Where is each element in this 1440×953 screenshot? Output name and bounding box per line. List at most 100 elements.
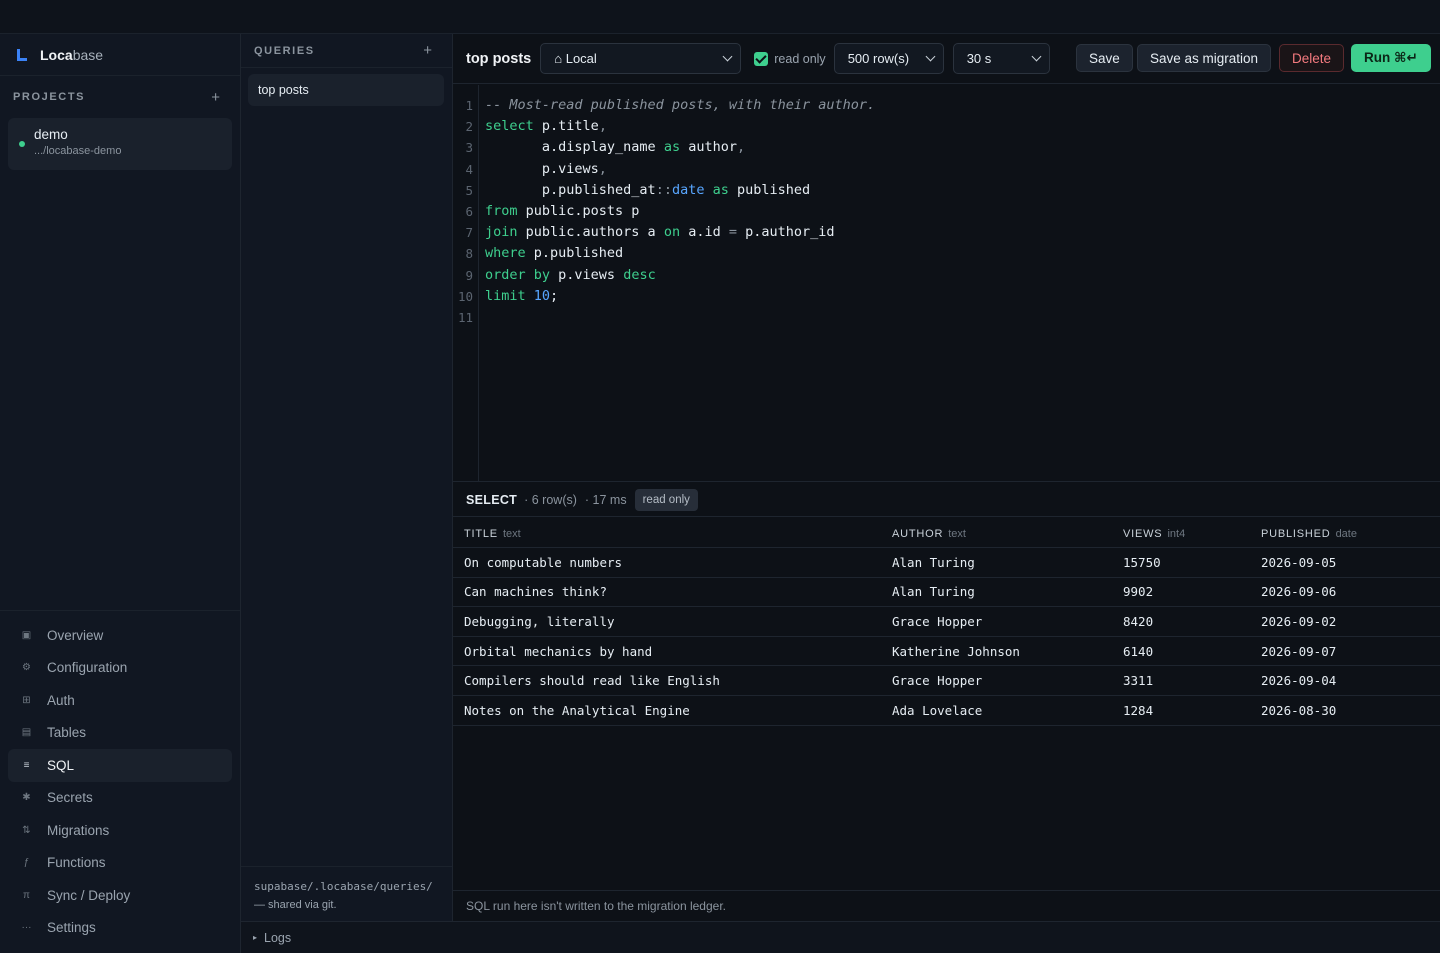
arrows-updown-icon: ⇅	[22, 824, 31, 836]
code-line: select p.title,	[485, 118, 607, 135]
read-only-checkbox[interactable]	[754, 51, 769, 66]
locabase-logo-icon	[16, 48, 28, 61]
cell-author: Ada Lovelace	[892, 702, 983, 718]
cell-author: Alan Turing	[892, 554, 975, 570]
nav-item-auth[interactable]: ⊞ Auth	[8, 684, 232, 717]
queries-panel: QUERIES + top posts supabase/.locabase/q…	[241, 34, 453, 921]
add-project-button[interactable]: +	[211, 89, 220, 106]
cell-title: Compilers should read like English	[464, 673, 720, 689]
code-line: join public.authors a on a.id = p.author…	[485, 224, 835, 241]
read-only-badge: read only	[634, 488, 698, 511]
timeout-select[interactable]: 30 s	[952, 43, 1050, 74]
cell-author: Grace Hopper	[892, 613, 983, 629]
cell-author: Katherine Johnson	[892, 643, 1020, 659]
save-as-migration-button[interactable]: Save as migration	[1137, 44, 1272, 72]
project-status-dot-icon	[19, 141, 25, 147]
code-line: where p.published	[485, 245, 624, 262]
nav-item-sql[interactable]: ≡ SQL	[8, 749, 232, 782]
logs-toggle[interactable]: ▸ Logs	[241, 921, 1440, 953]
save-button[interactable]: Save	[1076, 44, 1133, 72]
sql-icon: ≡	[23, 759, 30, 771]
nav-item-overview[interactable]: ▣ Overview	[8, 619, 232, 652]
table-icon: ▤	[21, 727, 32, 739]
column-header-published[interactable]: PUBLISHED date	[1250, 525, 1440, 540]
brand: Locabase	[0, 34, 240, 76]
column-header-views[interactable]: VIEWS int4	[1112, 525, 1250, 540]
nav-item-tables[interactable]: ▤ Tables	[8, 717, 232, 750]
cell-title: On computable numbers	[464, 554, 623, 570]
table-row[interactable]: Compilers should read like English Grace…	[453, 666, 1440, 696]
cell-views: 15750	[1123, 554, 1161, 570]
target-select[interactable]: ⌂ Local	[540, 43, 742, 74]
table-row[interactable]: Can machines think? Alan Turing 9902 202…	[453, 578, 1440, 608]
add-query-button[interactable]: +	[423, 42, 432, 59]
cell-title: Notes on the Analytical Engine	[464, 702, 690, 718]
project-path: .../locabase-demo	[34, 145, 122, 157]
code-line: a.display_name as author,	[485, 139, 746, 156]
cell-published: 2026-09-04	[1261, 673, 1337, 689]
delete-button[interactable]: Delete	[1279, 44, 1345, 72]
cell-author: Alan Turing	[892, 584, 975, 600]
cell-published: 2026-08-30	[1261, 702, 1337, 718]
nav-item-secrets[interactable]: ✱ Secrets	[8, 782, 232, 815]
table-row[interactable]: Notes on the Analytical Engine Ada Lovel…	[453, 696, 1440, 726]
chevron-down-icon	[925, 51, 936, 62]
gear-icon: ⚙	[22, 662, 31, 674]
cell-published: 2026-09-05	[1261, 554, 1337, 570]
column-header-author[interactable]: AUTHOR text	[881, 525, 1112, 540]
results-table: TITLE text AUTHOR text VIEWS int4 PUBLISHED…	[453, 517, 1440, 726]
nav-item-functions[interactable]: ƒ Functions	[8, 847, 232, 880]
query-item-top-posts[interactable]: top posts	[248, 74, 444, 106]
sql-code[interactable]: -- Most-read published posts, with their…	[485, 95, 875, 328]
results-header: SELECT · 6 row(s) · 17 ms read only	[453, 483, 1440, 517]
column-header-title[interactable]: TITLE text	[453, 525, 881, 540]
code-line: limit 10;	[485, 287, 559, 304]
more-icon: ···	[21, 922, 32, 934]
deploy-icon: π	[23, 889, 30, 901]
project-name: demo	[34, 127, 68, 142]
code-line: p.views,	[485, 160, 607, 177]
line-number-gutter: 1 2 3 4 5 6 7 8 9 10 11	[453, 85, 479, 482]
cell-views: 6140	[1123, 643, 1154, 659]
code-line: order by p.views desc	[485, 266, 656, 283]
nav-item-sync-deploy[interactable]: π Sync / Deploy	[8, 879, 232, 912]
queries-path: supabase/.locabase/queries/	[254, 880, 433, 893]
table-header-row: TITLE text AUTHOR text VIEWS int4 PUBLISHED…	[453, 517, 1440, 548]
logs-label: Logs	[264, 930, 292, 945]
code-line: p.published_at::date as published	[485, 181, 811, 198]
nav-item-migrations[interactable]: ⇅ Migrations	[8, 814, 232, 847]
sql-workspace: top posts ⌂ Local read only 500 row(s) 3…	[453, 34, 1440, 921]
queries-title: QUERIES	[254, 44, 315, 57]
caret-right-icon: ▸	[253, 933, 258, 942]
run-button[interactable]: Run ⌘↵	[1351, 44, 1431, 72]
cell-published: 2026-09-02	[1261, 613, 1337, 629]
cell-published: 2026-09-07	[1261, 643, 1337, 659]
code-line: from public.posts p	[485, 202, 640, 219]
elapsed-time: · 17 ms	[584, 492, 627, 507]
cell-views: 1284	[1123, 702, 1154, 718]
asterisk-icon: ✱	[22, 792, 31, 804]
table-row[interactable]: Orbital mechanics by hand Katherine John…	[453, 637, 1440, 667]
queries-header: QUERIES +	[241, 34, 452, 68]
cell-title: Orbital mechanics by hand	[464, 643, 653, 659]
query-title: top posts	[466, 50, 532, 67]
sql-editor[interactable]: 1 2 3 4 5 6 7 8 9 10 11 -- Most-read pub…	[453, 85, 1440, 482]
nav-item-settings[interactable]: ··· Settings	[8, 912, 232, 945]
table-row[interactable]: On computable numbers Alan Turing 15750 …	[453, 548, 1440, 578]
results-footer-note: SQL run here isn't written to the migrat…	[453, 890, 1440, 921]
projects-title: PROJECTS	[13, 91, 86, 103]
cell-author: Grace Hopper	[892, 673, 983, 689]
project-item-demo[interactable]: demo .../locabase-demo	[8, 118, 232, 170]
queries-note: — shared via git.	[254, 899, 337, 911]
chevron-down-icon	[1031, 51, 1042, 62]
overview-icon: ▣	[21, 629, 32, 641]
projects-header: PROJECTS +	[0, 76, 240, 118]
nav-item-configuration[interactable]: ⚙ Configuration	[8, 652, 232, 685]
row-limit-select[interactable]: 500 row(s)	[833, 43, 944, 74]
table-row[interactable]: Debugging, literally Grace Hopper 8420 2…	[453, 607, 1440, 637]
cell-views: 8420	[1123, 613, 1154, 629]
cell-views: 3311	[1123, 673, 1154, 689]
brand-name: Locabase	[40, 46, 104, 63]
window-titlebar	[0, 0, 1440, 34]
